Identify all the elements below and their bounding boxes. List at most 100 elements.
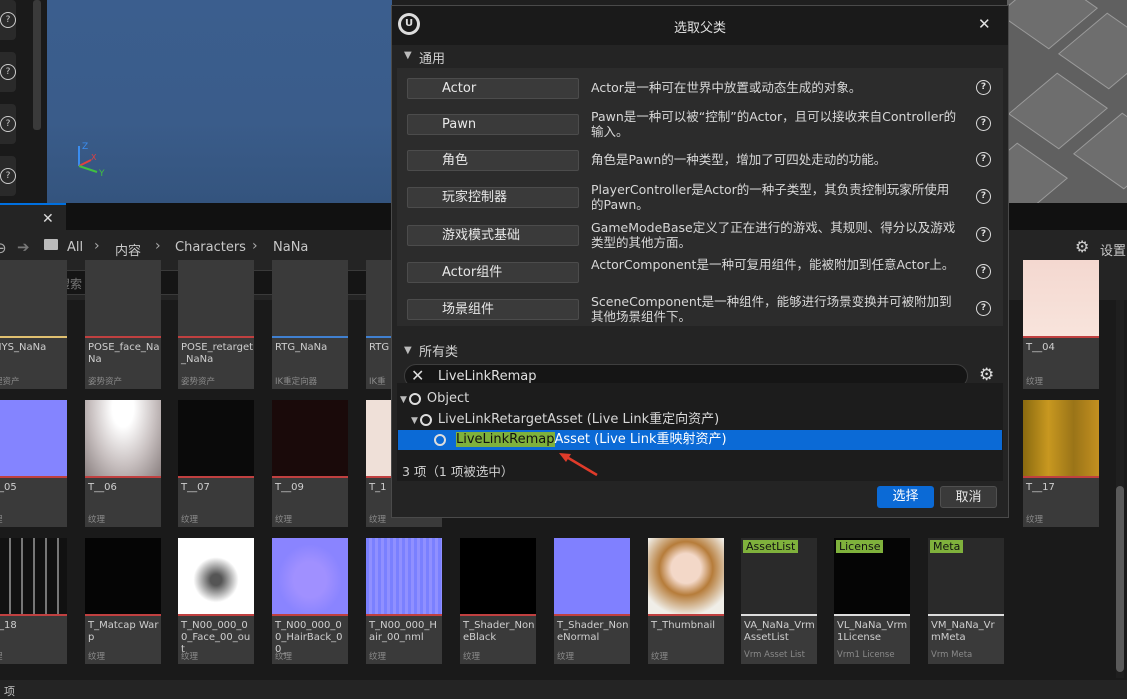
asset-card[interactable]: T_Matcap Warp 纹理 [85, 538, 161, 664]
asset-type: 姿势资产 [88, 377, 123, 387]
breadcrumb-characters[interactable]: Characters [175, 240, 246, 255]
asset-card[interactable]: Meta VM_NaNa_VrmMeta Vrm Meta [928, 538, 1004, 664]
asset-color-bar [1023, 336, 1099, 338]
asset-card[interactable]: POSE_retarget_NaNa 姿势资产 [178, 260, 254, 389]
common-section-header[interactable]: 通用 [419, 48, 445, 67]
asset-card[interactable]: T_N00_000_00_Face_00_out 纹理 [178, 538, 254, 664]
grid-scrollbar-thumb[interactable] [1116, 486, 1124, 672]
breadcrumb-nana[interactable]: NaNa [273, 240, 308, 255]
class-description: ActorComponent是一种可复用组件，能被附加到任意Actor上。 [591, 257, 955, 272]
collapse-icon[interactable]: ▼ [404, 50, 412, 61]
asset-card[interactable]: POSE_face_NaNa 姿势资产 [85, 260, 161, 389]
asset-card[interactable]: T_N00_000_Hair_00_nml 纹理 [366, 538, 442, 664]
asset-card[interactable]: T_Shader_NoneNormal 纹理 [554, 538, 630, 664]
chevron-right-icon[interactable]: › [252, 238, 258, 254]
tree-row-object[interactable]: ▼ Object [400, 389, 469, 410]
close-icon[interactable]: ✕ [978, 15, 991, 33]
close-icon[interactable]: ✕ [42, 211, 54, 227]
axis-y-label: Y [98, 169, 105, 179]
content-browser-tab[interactable]: ✕ [0, 203, 66, 230]
cancel-button[interactable]: 取消 [940, 486, 997, 508]
asset-thumbnail [460, 538, 536, 614]
asset-card[interactable]: T__06 纹理 [85, 400, 161, 527]
help-button[interactable]: ? [0, 0, 16, 40]
forward-icon[interactable]: ➔ [17, 238, 30, 256]
expand-arrow-icon[interactable]: ▼ [400, 395, 407, 405]
breadcrumb-content[interactable]: 内容 [115, 240, 141, 259]
asset-card[interactable]: License VL_NaNa_Vrm1License Vrm1 License [834, 538, 910, 664]
chevron-right-icon[interactable]: › [94, 238, 100, 254]
help-icon[interactable]: ? [976, 152, 991, 167]
asset-color-bar [741, 614, 817, 616]
help-icon[interactable]: ? [976, 264, 991, 279]
asset-card[interactable]: RTG_NaNa IK重定向器 [272, 260, 348, 389]
gear-icon[interactable]: ⚙ [979, 365, 994, 385]
help-icon[interactable]: ? [976, 301, 991, 316]
help-button[interactable]: ? [0, 156, 16, 196]
all-classes-section-header[interactable]: 所有类 [419, 341, 458, 360]
asset-name: T_Shader_NoneBlack [463, 620, 535, 643]
asset-name: T__07 [181, 482, 210, 493]
asset-card[interactable]: T__17 纹理 [1023, 400, 1099, 527]
asset-thumbnail [0, 400, 67, 476]
asset-type: 纹理 [369, 652, 387, 662]
asset-card[interactable]: T__04 纹理 [1023, 260, 1099, 389]
class-button[interactable]: Actor组件 [407, 262, 579, 283]
collapse-icon[interactable]: ▼ [404, 345, 412, 356]
asset-color-bar [272, 476, 348, 478]
asset-card[interactable]: AssetList VA_NaNa_VrmAssetList Vrm Asset L… [741, 538, 817, 664]
grid-scrollbar[interactable] [1116, 300, 1124, 678]
viewport-scrollbar[interactable] [33, 0, 41, 130]
tree-row-livelinkremapasset-selected[interactable]: LiveLinkRemapAsset (Live Link重映射资产) [398, 430, 1002, 450]
expand-arrow-icon[interactable]: ▼ [411, 416, 418, 426]
asset-color-bar [648, 614, 724, 616]
pick-parent-class-dialog: U 选取父类 ✕ ▼ 通用 Actor Actor是一种可在世界中放置或动态生成的… [391, 5, 1009, 518]
asset-card[interactable]: HYS_NaNa 理资产 [0, 260, 67, 389]
asset-card[interactable]: T_N00_000_00_HairBack_00_ 纹理 [272, 538, 348, 664]
asset-thumbnail [272, 260, 348, 336]
asset-card[interactable]: T_Shader_NoneBlack 纹理 [460, 538, 536, 664]
gear-icon[interactable]: ⚙ [1075, 237, 1089, 256]
tree-row-livelinkretargetasset[interactable]: ▼ LiveLinkRetargetAsset (Live Link重定向资产) [411, 410, 719, 431]
class-button[interactable]: Actor [407, 78, 579, 99]
asset-name: __18 [0, 620, 17, 631]
asset-color-bar [85, 476, 161, 478]
settings-label[interactable]: 设置 [1100, 240, 1126, 259]
axis-x-label: X [91, 153, 97, 162]
asset-name: POSE_retarget_NaNa [181, 342, 254, 365]
class-button[interactable]: 游戏模式基础 [407, 225, 579, 246]
asset-card[interactable]: T__07 纹理 [178, 400, 254, 527]
asset-card[interactable]: T__09 纹理 [272, 400, 348, 527]
asset-thumbnail [0, 538, 67, 614]
class-button[interactable]: 玩家控制器 [407, 187, 579, 208]
help-button[interactable]: ? [0, 52, 16, 92]
asset-color-bar [834, 614, 910, 616]
asset-thumbnail [85, 400, 161, 476]
asset-type-tag: License [836, 540, 884, 553]
class-button[interactable]: 角色 [407, 150, 579, 171]
class-button[interactable]: Pawn [407, 114, 579, 135]
select-button[interactable]: 选择 [877, 486, 934, 508]
help-icon: ? [0, 12, 16, 28]
class-button[interactable]: 场景组件 [407, 299, 579, 320]
help-icon[interactable]: ? [976, 227, 991, 242]
asset-type: 纹理 [463, 652, 481, 662]
asset-color-bar [272, 336, 348, 338]
asset-color-bar [460, 614, 536, 616]
asset-thumbnail [648, 538, 724, 614]
help-icon[interactable]: ? [976, 189, 991, 204]
asset-card[interactable]: T_Thumbnail 纹理 [648, 538, 724, 664]
asset-card[interactable]: __18 理 [0, 538, 67, 664]
asset-thumbnail [0, 260, 67, 336]
help-button[interactable]: ? [0, 104, 16, 144]
asset-type-tag: Meta [930, 540, 964, 553]
chevron-right-icon[interactable]: › [155, 238, 161, 254]
breadcrumb-all[interactable]: All [67, 240, 83, 255]
asset-thumbnail [1023, 260, 1099, 336]
help-icon[interactable]: ? [976, 116, 991, 131]
asset-name: T_Thumbnail [651, 620, 716, 631]
help-icon[interactable]: ? [976, 80, 991, 95]
dialog-titlebar: U 选取父类 ✕ [392, 6, 1008, 45]
back-icon[interactable]: ⊖ [0, 239, 7, 257]
asset-card[interactable]: __05 理 [0, 400, 67, 527]
